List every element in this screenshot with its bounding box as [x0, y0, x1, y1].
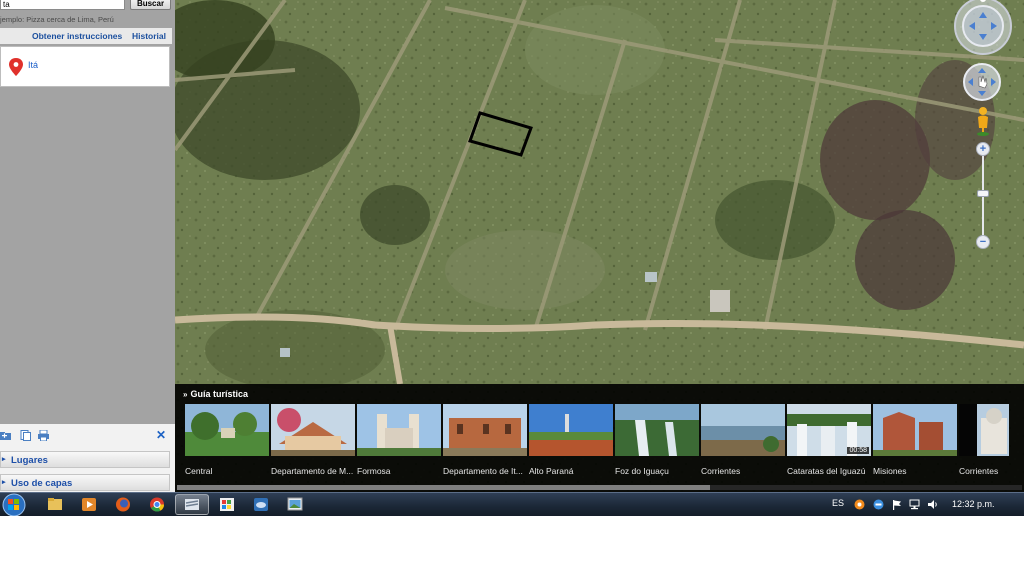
tour-scrollbar[interactable]	[177, 485, 1022, 490]
tour-item-label[interactable]: Departamento de It...	[443, 466, 527, 476]
windows-taskbar: ES 12:32 p.m.	[0, 492, 1024, 516]
tour-guide-panel: » Guía turística 00:58 Central Departame…	[175, 384, 1024, 492]
tour-thumbnail[interactable]	[701, 404, 785, 456]
map-pin-icon	[9, 58, 23, 76]
language-indicator[interactable]: ES	[832, 498, 844, 508]
zoom-slider[interactable]: + −	[975, 142, 991, 250]
tour-guide-title: Guía turística	[190, 389, 248, 399]
tour-thumbnail[interactable]: 00:58	[787, 404, 871, 456]
history-link[interactable]: Historial	[132, 31, 166, 41]
taskbar-firefox[interactable]	[106, 494, 140, 515]
collapse-chevron-icon: »	[183, 390, 188, 399]
tour-item-label[interactable]: Alto Paraná	[529, 466, 613, 476]
look-around-control[interactable]	[953, 0, 1013, 56]
search-hint: jemplo: Pizza cerca de Lima, Perú	[0, 15, 114, 24]
tour-thumbnail[interactable]	[443, 404, 527, 456]
tour-guide-header[interactable]: » Guía turística	[183, 389, 248, 399]
tour-thumbnail[interactable]	[977, 404, 1009, 456]
left-panel: Buscar jemplo: Pizza cerca de Lima, Perú…	[0, 0, 175, 492]
places-section-header[interactable]: ▸ Lugares	[0, 451, 170, 468]
places-panel: ✕ ▸ Lugares ▸ Uso de capas	[0, 424, 175, 492]
tour-scrollbar-thumb[interactable]	[177, 485, 710, 490]
volume-icon[interactable]	[927, 499, 938, 510]
places-label: Lugares	[11, 455, 48, 466]
tour-thumbnail[interactable]	[959, 404, 979, 456]
taskbar-clock[interactable]: 12:32 p.m.	[952, 499, 995, 509]
taskbar-google-earth[interactable]	[175, 494, 209, 515]
photo-viewer-icon	[287, 497, 303, 511]
taskbar-photo-viewer[interactable]	[278, 494, 312, 515]
taskbar-paint[interactable]	[210, 494, 244, 515]
media-player-icon	[82, 498, 96, 511]
action-center-flag-icon[interactable]	[891, 499, 902, 510]
layers-section-header[interactable]: ▸ Uso de capas	[0, 474, 170, 491]
network-icon[interactable]	[909, 499, 920, 510]
search-bar: Buscar	[0, 0, 175, 14]
search-input[interactable]	[0, 0, 125, 10]
avast-tray-icon[interactable]	[854, 499, 865, 510]
tour-item-label[interactable]: Corrientes	[959, 466, 1007, 476]
add-folder-icon[interactable]	[0, 430, 11, 441]
layers-label: Uso de capas	[11, 478, 73, 489]
taskbar-app-blue[interactable]	[244, 494, 278, 515]
desktop-screen: + − Buscar jemplo: Pizza cerca de Lima, …	[0, 0, 1024, 516]
move-control[interactable]	[962, 62, 1002, 102]
tour-item-label[interactable]: Departamento de M...	[271, 466, 355, 476]
close-icon[interactable]: ✕	[156, 428, 166, 442]
expand-arrow-icon: ▸	[2, 479, 6, 486]
tour-item-label[interactable]: Corrientes	[701, 466, 785, 476]
zoom-in-button[interactable]: +	[976, 142, 990, 156]
search-button[interactable]: Buscar	[130, 0, 171, 10]
tour-thumbnail[interactable]	[873, 404, 957, 456]
taskbar-explorer[interactable]	[38, 494, 72, 515]
directions-link[interactable]: Obtener instrucciones	[32, 31, 122, 41]
paint-icon	[220, 498, 234, 511]
expand-arrow-icon: ▸	[2, 456, 6, 463]
taskbar-media-player[interactable]	[72, 494, 106, 515]
tour-item-label[interactable]: Foz do Iguaçu	[615, 466, 699, 476]
video-duration: 00:58	[847, 447, 869, 454]
zoom-slider-handle[interactable]	[977, 190, 989, 197]
result-place-name[interactable]: Itá	[28, 60, 38, 70]
tour-item-label[interactable]: Central	[185, 466, 269, 476]
tour-thumbnail[interactable]	[529, 404, 613, 456]
tour-item-label[interactable]: Misiones	[873, 466, 957, 476]
tour-thumbnail[interactable]	[615, 404, 699, 456]
search-links-row: Obtener instrucciones Historial	[0, 28, 172, 44]
folder-icon	[48, 498, 62, 510]
tour-thumbnail[interactable]	[271, 404, 355, 456]
app-window-icon	[254, 498, 268, 511]
street-view-pegman-icon[interactable]	[975, 106, 991, 136]
tour-thumbnail[interactable]	[357, 404, 441, 456]
search-result[interactable]: Itá	[0, 46, 170, 87]
copy-icon[interactable]	[20, 430, 31, 441]
sync-tray-icon[interactable]	[873, 499, 884, 510]
tour-thumbnail[interactable]	[185, 404, 269, 456]
google-earth-icon	[185, 499, 199, 510]
start-orb-icon[interactable]	[0, 492, 28, 516]
zoom-out-button[interactable]: −	[976, 235, 990, 249]
firefox-icon	[116, 497, 130, 512]
print-icon[interactable]	[38, 430, 49, 441]
taskbar-chrome[interactable]	[140, 494, 174, 515]
tour-item-label[interactable]: Formosa	[357, 466, 441, 476]
chrome-icon	[150, 497, 165, 512]
tour-item-label[interactable]: Cataratas del Iguazú	[787, 466, 871, 476]
